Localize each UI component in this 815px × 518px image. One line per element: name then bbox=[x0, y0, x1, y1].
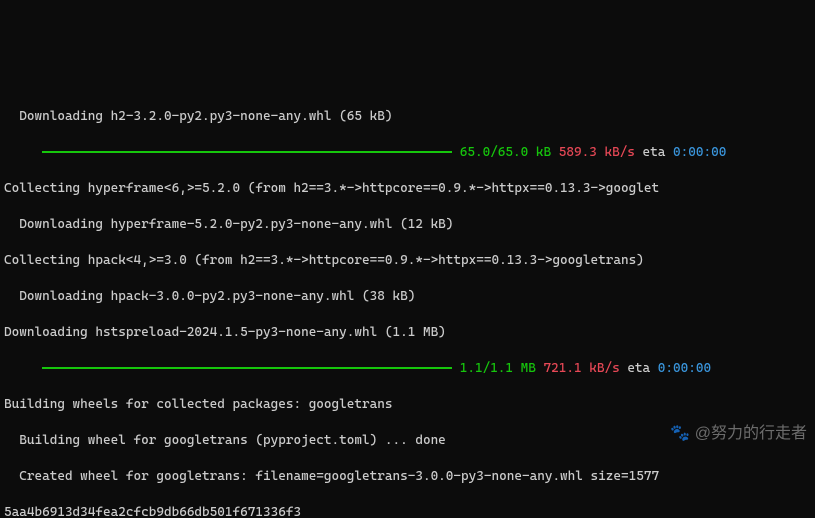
progress-speed: 721.1 kB/s bbox=[544, 361, 620, 376]
output-line: Downloading hpack-3.0.0-py2.py3-none-any… bbox=[4, 288, 811, 306]
output-line: Building wheel for googletrans (pyprojec… bbox=[4, 432, 811, 450]
progress-line: 1.1/1.1 MB 721.1 kB/s eta 0:00:00 bbox=[4, 360, 811, 378]
output-line: Downloading hyperframe-5.2.0-py2.py3-non… bbox=[4, 216, 811, 234]
output-line: Downloading hstspreload-2024.1.5-py3-non… bbox=[4, 324, 811, 342]
progress-bar bbox=[42, 367, 452, 369]
output-line: Downloading h2-3.2.0-py2.py3-none-any.wh… bbox=[4, 108, 811, 126]
output-line: Created wheel for googletrans: filename=… bbox=[4, 468, 811, 486]
output-line: Collecting hyperframe<6,>=5.2.0 (from h2… bbox=[4, 180, 811, 198]
indent bbox=[4, 145, 42, 160]
output-line: Collecting hpack<4,>=3.0 (from h2==3.*->… bbox=[4, 252, 811, 270]
progress-done: 1.1/1.1 MB bbox=[460, 361, 536, 376]
output-line: Building wheels for collected packages: … bbox=[4, 396, 811, 414]
progress-line: 65.0/65.0 kB 589.3 kB/s eta 0:00:00 bbox=[4, 144, 811, 162]
eta-label: eta bbox=[643, 145, 666, 160]
progress-done: 65.0/65.0 kB bbox=[460, 145, 551, 160]
progress-bar bbox=[42, 151, 452, 153]
terminal-output: Downloading h2-3.2.0-py2.py3-none-any.wh… bbox=[0, 90, 815, 518]
progress-speed: 589.3 kB/s bbox=[559, 145, 635, 160]
progress-eta: 0:00:00 bbox=[673, 145, 726, 160]
output-line: 5aa4b6913d34fea2cfcb9db66db501f671336f3 bbox=[4, 504, 811, 518]
progress-eta: 0:00:00 bbox=[658, 361, 711, 376]
eta-label: eta bbox=[627, 361, 650, 376]
indent bbox=[4, 361, 42, 376]
